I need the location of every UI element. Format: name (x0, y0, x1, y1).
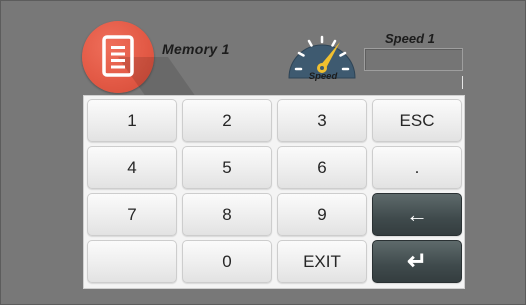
memory-icon[interactable] (82, 21, 197, 97)
numeric-keypad: 1 2 3 ESC 4 5 6 . 7 8 9 ← 0 EXIT ↵ (83, 95, 465, 289)
memory-label: Memory 1 (162, 41, 230, 57)
key-1[interactable]: 1 (87, 99, 177, 142)
key-2[interactable]: 2 (182, 99, 272, 142)
escape-button[interactable]: ESC (372, 99, 462, 142)
key-3[interactable]: 3 (277, 99, 367, 142)
speed-value-field[interactable] (364, 48, 463, 71)
decimal-point-key[interactable]: . (372, 146, 462, 189)
key-0[interactable]: 0 (182, 240, 272, 283)
backspace-button[interactable]: ← (372, 193, 462, 236)
exit-button[interactable]: EXIT (277, 240, 367, 283)
key-5[interactable]: 5 (182, 146, 272, 189)
speed-title: Speed 1 (385, 31, 435, 46)
key-7[interactable]: 7 (87, 193, 177, 236)
key-4[interactable]: 4 (87, 146, 177, 189)
key-8[interactable]: 8 (182, 193, 272, 236)
text-cursor (462, 76, 463, 89)
enter-button[interactable]: ↵ (372, 240, 462, 283)
key-6[interactable]: 6 (277, 146, 367, 189)
document-icon (102, 35, 134, 77)
key-9[interactable]: 9 (277, 193, 367, 236)
blank-key[interactable] (87, 240, 177, 283)
speed-gauge-label: Speed (308, 71, 338, 82)
